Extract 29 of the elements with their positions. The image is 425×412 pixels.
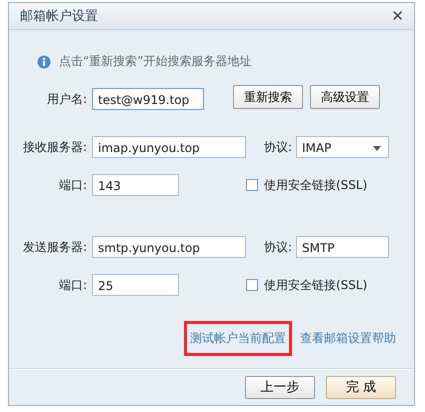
button[interactable]: 高级设置 (310, 85, 380, 109)
checkbox[interactable] (246, 179, 258, 191)
button[interactable]: 上一步 (245, 376, 315, 398)
field-label: 协议: (264, 238, 294, 256)
close-button[interactable]: ✕ (389, 7, 406, 25)
button[interactable]: 重新搜索 (233, 85, 303, 109)
checkbox[interactable] (246, 279, 258, 291)
caret-icon (373, 146, 381, 150)
checkbox-label: 使用安全链接(SSL) (264, 176, 368, 194)
field-label: 协议: (264, 138, 294, 156)
username-field[interactable]: test@w919.top (92, 88, 204, 110)
checkbox-label: 使用安全链接(SSL) (264, 276, 368, 294)
link[interactable]: 测试帐户当前配置 (184, 321, 292, 356)
field-label: 端口: (58, 276, 87, 294)
field-label: 发送服务器: (22, 238, 87, 256)
server-field[interactable]: imap.yunyou.top (92, 136, 246, 158)
info-icon (37, 54, 51, 68)
field-label: 端口: (58, 176, 87, 194)
field-label: 用户名: (46, 90, 87, 108)
protocol-field[interactable]: SMTP (296, 236, 389, 258)
server-field[interactable]: smtp.yunyou.top (92, 236, 246, 258)
hint-text: 点击“重新搜索”开始搜索服务器地址 (59, 53, 252, 70)
button[interactable]: 完 成 (326, 376, 396, 398)
port-field[interactable]: 143 (92, 174, 179, 196)
protocol-dropdown[interactable]: IMAP (296, 136, 389, 158)
port-field[interactable]: 25 (92, 274, 179, 296)
link[interactable]: 查看邮箱设置帮助 (294, 321, 402, 356)
window-title: 邮箱帐户设置 (20, 8, 98, 25)
field-label: 接收服务器: (22, 138, 87, 156)
